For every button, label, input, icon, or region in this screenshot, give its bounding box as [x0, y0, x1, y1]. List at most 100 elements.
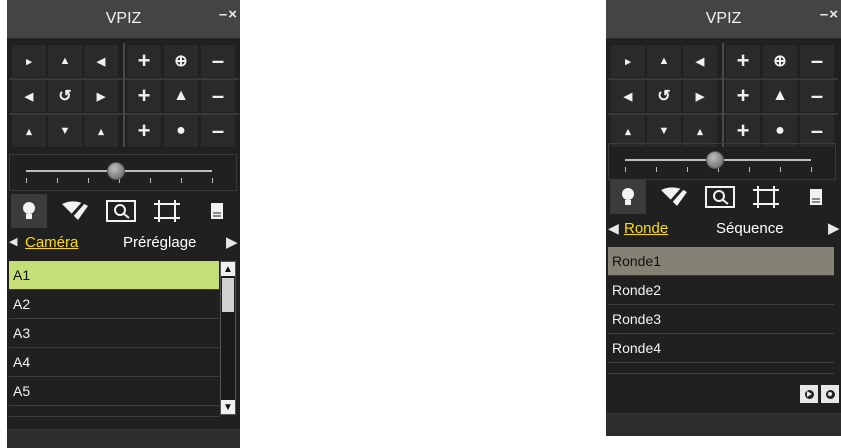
scroll-up-button[interactable]: ▲ — [221, 262, 235, 276]
tab-patrol[interactable]: Ronde — [624, 220, 668, 237]
frame-icon — [753, 186, 779, 208]
speed-slider[interactable] — [9, 154, 237, 191]
list-item[interactable]: A5 — [9, 377, 219, 406]
ptz-control-grid: ▸ ▲ ◀ + ⊕ – ◀ ↺ ▶ + ▲ – ▴ ▼ ▴ + ● – — [9, 43, 239, 147]
patrol-list: Ronde1 Ronde2 Ronde3 Ronde4 — [608, 247, 834, 374]
slider-tick — [212, 178, 213, 183]
mode-tabs: ◀ Ronde Séquence ▶ — [606, 216, 841, 242]
minimize-icon[interactable]: – — [820, 6, 829, 23]
list-item[interactable]: Ronde4 — [608, 334, 834, 363]
tab-camera[interactable]: Caméra — [25, 234, 78, 251]
iris-open-button[interactable]: + — [127, 115, 161, 147]
focus-icon[interactable]: ▲ — [164, 80, 198, 112]
frame-button[interactable] — [748, 180, 784, 214]
frame-icon — [154, 200, 180, 222]
list-item[interactable]: Ronde3 — [608, 305, 834, 334]
zoom-out-button[interactable]: – — [800, 45, 834, 77]
pan-right-button[interactable]: ▶ — [84, 80, 118, 112]
focus-in-button[interactable]: + — [726, 80, 760, 112]
light-button[interactable] — [11, 194, 47, 228]
list-item[interactable]: A4 — [9, 348, 219, 377]
zoom-in-button[interactable]: + — [726, 45, 760, 77]
pan-up-left-button[interactable]: ▸ — [12, 45, 46, 77]
zoom-box-button[interactable] — [103, 194, 139, 228]
list-item[interactable]: Ronde2 — [608, 276, 834, 305]
list-spacer — [608, 363, 834, 374]
zoom-out-button[interactable]: – — [201, 45, 235, 77]
auto-pan-button[interactable]: ↺ — [647, 80, 681, 112]
list-item[interactable]: A2 — [9, 290, 219, 319]
minimize-icon[interactable]: – — [219, 6, 228, 23]
list-item[interactable]: Ronde1 — [608, 247, 834, 276]
record-button[interactable] — [821, 385, 839, 403]
zoom-icon[interactable]: ⊕ — [763, 45, 797, 77]
zoom-box-icon — [705, 186, 735, 208]
document-button[interactable] — [199, 194, 235, 228]
scroll-down-button[interactable]: ▼ — [221, 400, 235, 414]
slider-tick — [88, 178, 89, 183]
scroll-thumb[interactable] — [222, 278, 234, 312]
pan-left-button[interactable]: ◀ — [12, 80, 46, 112]
zoom-icon[interactable]: ⊕ — [164, 45, 198, 77]
prev-mode-arrow[interactable]: ◀ — [9, 235, 17, 248]
slider-knob[interactable] — [706, 151, 725, 169]
ptz-panel-patrol: VPIZ –× ▸ ▲ ◀ + ⊕ – ◀ ↺ ▶ + ▲ – ▴ ▼ ▴ + … — [606, 0, 841, 436]
wiper-icon — [62, 201, 88, 221]
frame-button[interactable] — [149, 194, 185, 228]
window-controls[interactable]: –× — [219, 6, 238, 23]
list-scrollbar[interactable]: ▲ ▼ — [220, 261, 236, 415]
focus-icon[interactable]: ▲ — [763, 80, 797, 112]
slider-tick — [625, 167, 626, 172]
window-title: VPIZ — [705, 10, 742, 27]
pan-up-button[interactable]: ▲ — [647, 45, 681, 77]
pan-up-button[interactable]: ▲ — [48, 45, 82, 77]
title-bar: VPIZ –× — [606, 0, 841, 39]
tool-row — [9, 194, 239, 228]
grid-vertical-divider — [123, 43, 125, 147]
list-item[interactable]: A1 — [9, 261, 219, 290]
lightbulb-icon — [23, 202, 35, 219]
pan-up-right-button[interactable]: ◀ — [84, 45, 118, 77]
close-icon[interactable]: × — [829, 6, 839, 23]
pan-left-button[interactable]: ◀ — [611, 80, 645, 112]
slider-knob[interactable] — [107, 162, 126, 180]
tool-row — [608, 180, 838, 214]
zoom-in-button[interactable]: + — [127, 45, 161, 77]
zoom-box-button[interactable] — [702, 180, 738, 214]
next-mode-arrow[interactable]: ▶ — [226, 233, 238, 251]
footer-strip — [7, 429, 240, 448]
camera-list: A1 A2 A3 A4 A5 — [9, 261, 219, 417]
auto-pan-button[interactable]: ↺ — [48, 80, 82, 112]
pan-down-left-button[interactable]: ▴ — [12, 115, 46, 147]
play-button[interactable] — [800, 385, 818, 403]
slider-tick — [181, 178, 182, 183]
pan-up-left-button[interactable]: ▸ — [611, 45, 645, 77]
iris-close-button[interactable]: – — [201, 115, 235, 147]
focus-out-button[interactable]: – — [201, 80, 235, 112]
window-title: VPIZ — [105, 10, 142, 27]
tab-preset[interactable]: Préréglage — [123, 234, 196, 251]
focus-out-button[interactable]: – — [800, 80, 834, 112]
window-controls[interactable]: –× — [820, 6, 839, 23]
close-icon[interactable]: × — [228, 6, 238, 23]
pan-down-right-button[interactable]: ▴ — [84, 115, 118, 147]
tab-sequence[interactable]: Séquence — [716, 220, 784, 237]
prev-mode-arrow[interactable]: ◀ — [608, 220, 619, 237]
list-item[interactable]: A3 — [9, 319, 219, 348]
pan-right-button[interactable]: ▶ — [683, 80, 717, 112]
next-mode-arrow[interactable]: ▶ — [828, 219, 840, 237]
pan-down-button[interactable]: ▼ — [48, 115, 82, 147]
list-spacer — [9, 406, 219, 417]
iris-icon[interactable]: ● — [164, 115, 198, 147]
pan-up-right-button[interactable]: ◀ — [683, 45, 717, 77]
focus-in-button[interactable]: + — [127, 80, 161, 112]
grid-vertical-divider — [722, 43, 724, 147]
wiper-button[interactable] — [57, 194, 93, 228]
wiper-button[interactable] — [656, 180, 692, 214]
slider-tick — [57, 178, 58, 183]
light-button[interactable] — [610, 180, 646, 214]
lightbulb-icon — [622, 188, 634, 205]
speed-slider[interactable] — [608, 143, 836, 180]
document-button[interactable] — [798, 180, 834, 214]
ptz-panel-camera: VPIZ –× ▸ ▲ ◀ + ⊕ – ◀ ↺ ▶ + ▲ – ▴ ▼ ▴ + … — [7, 0, 240, 448]
